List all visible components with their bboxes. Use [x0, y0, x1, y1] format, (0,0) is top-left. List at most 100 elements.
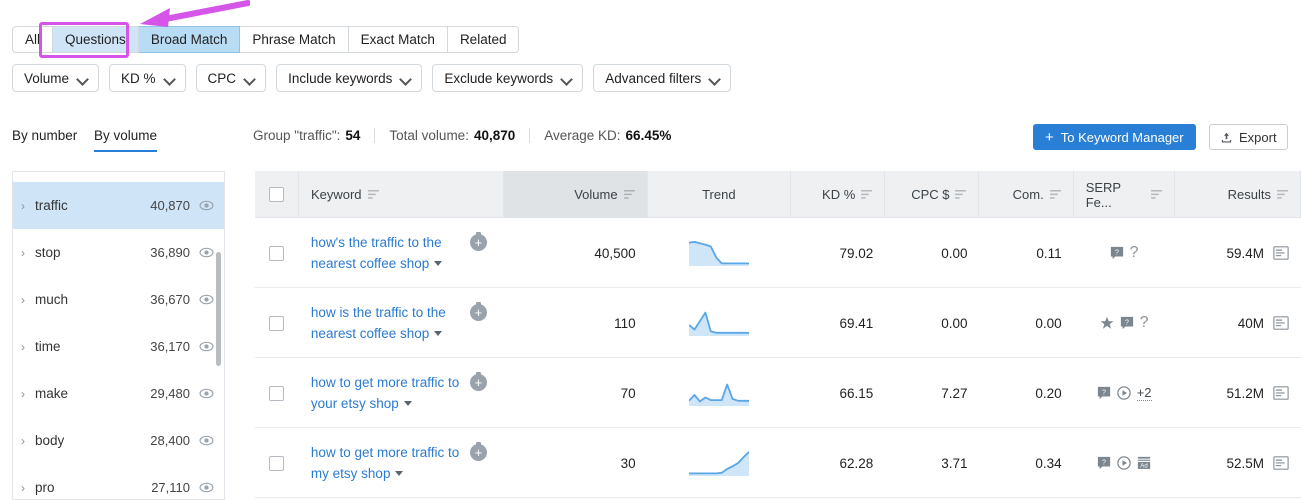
sidebar-item-body[interactable]: › body 28,400: [13, 417, 224, 464]
keyword-dropdown-caret[interactable]: [403, 401, 412, 406]
ad-icon[interactable]: Ad: [1137, 456, 1151, 470]
row-select-cell[interactable]: [255, 218, 299, 288]
video-icon[interactable]: [1117, 456, 1131, 470]
keyword-link[interactable]: how to get more traffic to my etsy shop: [311, 442, 463, 484]
row-select-cell[interactable]: [255, 358, 299, 428]
row-select-cell[interactable]: [255, 428, 299, 498]
table-row[interactable]: how is the traffic to the nearest coffee…: [255, 288, 1301, 358]
toggle-by-number[interactable]: By number: [12, 128, 77, 143]
add-keyword-icon[interactable]: +: [469, 444, 487, 461]
keyword-link[interactable]: how's the traffic to the nearest coffee …: [311, 232, 463, 274]
chevron-right-icon[interactable]: ›: [21, 387, 35, 401]
add-keyword-icon[interactable]: +: [469, 374, 487, 391]
kd-cell: 79.02: [791, 218, 885, 288]
tab-phrase-match[interactable]: Phrase Match: [240, 26, 349, 53]
sort-icon[interactable]: [1150, 190, 1162, 199]
eye-icon[interactable]: [199, 341, 214, 352]
chevron-right-icon[interactable]: ›: [21, 481, 35, 495]
filter-volume[interactable]: Volume: [12, 64, 100, 92]
row-checkbox[interactable]: [269, 315, 285, 331]
sort-icon[interactable]: [367, 190, 379, 199]
sidebar-scrollbar-thumb[interactable]: [216, 252, 221, 366]
faq-icon[interactable]: ?: [1120, 316, 1134, 330]
eye-icon[interactable]: [199, 482, 214, 493]
tab-broad-match[interactable]: Broad Match: [138, 26, 241, 53]
keyword-dropdown-caret[interactable]: [434, 331, 443, 336]
filter-advanced-filters[interactable]: Advanced filters: [593, 64, 732, 92]
select-all-checkbox[interactable]: [268, 187, 284, 202]
row-select-cell[interactable]: [255, 288, 299, 358]
filter-cpc[interactable]: CPC: [195, 64, 267, 92]
sort-icon[interactable]: [861, 190, 873, 199]
keyword-link[interactable]: how is the traffic to the nearest coffee…: [311, 302, 463, 344]
toggle-by-volume[interactable]: By volume: [94, 128, 158, 152]
chevron-right-icon[interactable]: ›: [21, 246, 35, 260]
tab-exact-match[interactable]: Exact Match: [348, 26, 448, 53]
keyword-dropdown-caret[interactable]: [395, 471, 404, 476]
sort-icon[interactable]: [1277, 190, 1288, 199]
video-icon[interactable]: [1116, 386, 1131, 400]
eye-icon[interactable]: [199, 435, 214, 446]
sidebar-item-make[interactable]: › make 29,480: [13, 370, 224, 417]
tab-questions[interactable]: Questions: [53, 26, 139, 53]
match-type-tabs[interactable]: All Questions Broad Match Phrase Match Exact…: [12, 26, 520, 53]
column-header-results[interactable]: Results: [1175, 171, 1301, 218]
chevron-right-icon[interactable]: ›: [21, 293, 35, 307]
table-row[interactable]: how's the traffic to the nearest coffee …: [255, 218, 1301, 288]
question-icon[interactable]: ?: [1130, 245, 1139, 261]
export-button[interactable]: Export: [1209, 124, 1288, 150]
sort-icon[interactable]: [955, 190, 967, 199]
chevron-right-icon[interactable]: ›: [21, 340, 35, 354]
row-checkbox[interactable]: [269, 245, 285, 261]
sidebar-item-much[interactable]: › much 36,670: [13, 276, 224, 323]
add-keyword-icon[interactable]: +: [469, 234, 487, 251]
column-header-cpc[interactable]: CPC $: [885, 171, 980, 218]
select-all-header[interactable]: [255, 171, 299, 218]
serp-preview-icon[interactable]: [1273, 455, 1289, 471]
column-header-keyword[interactable]: Keyword: [299, 171, 505, 218]
tab-related[interactable]: Related: [447, 26, 520, 53]
row-checkbox[interactable]: [269, 455, 285, 471]
column-header-kd[interactable]: KD %: [791, 171, 886, 218]
table-row[interactable]: how to get more traffic to your etsy sho…: [255, 358, 1301, 428]
column-header-volume[interactable]: Volume: [504, 171, 648, 218]
eye-icon[interactable]: [199, 294, 214, 305]
filter-kd[interactable]: KD %: [109, 64, 186, 92]
serp-preview-icon[interactable]: [1273, 245, 1289, 261]
serp-overflow-count[interactable]: +2: [1136, 385, 1152, 401]
sidebar-item-time[interactable]: › time 36,170: [13, 323, 224, 370]
table-row[interactable]: how to get more traffic to my etsy shop +…: [255, 428, 1301, 498]
question-icon[interactable]: ?: [1140, 315, 1149, 331]
faq-icon[interactable]: ?: [1110, 246, 1124, 260]
tab-all[interactable]: All: [12, 26, 54, 53]
keyword-cell: how to get more traffic to my etsy shop +: [299, 428, 504, 498]
eye-icon[interactable]: [199, 247, 214, 258]
filter-include-keywords[interactable]: Include keywords: [276, 64, 423, 92]
faq-icon[interactable]: ?: [1097, 456, 1111, 470]
chevron-right-icon[interactable]: ›: [21, 434, 35, 448]
column-header-serp-fe[interactable]: SERP Fe...: [1074, 171, 1175, 218]
sort-icon[interactable]: [1049, 190, 1061, 199]
keyword-dropdown-caret[interactable]: [434, 261, 443, 266]
add-keyword-icon[interactable]: +: [469, 304, 487, 321]
star-icon[interactable]: [1100, 316, 1114, 330]
column-header-trend[interactable]: Trend: [648, 171, 792, 218]
keyword-link[interactable]: how to get more traffic to your etsy sho…: [311, 372, 463, 414]
column-header-com[interactable]: Com.: [979, 171, 1074, 218]
row-checkbox[interactable]: [269, 385, 285, 401]
to-keyword-manager-button[interactable]: + To Keyword Manager: [1033, 124, 1196, 150]
faq-icon[interactable]: ?: [1097, 386, 1111, 400]
sidebar-item-pro[interactable]: › pro 27,110: [13, 464, 224, 499]
sidebar-item-stop[interactable]: › stop 36,890: [13, 229, 224, 276]
eye-icon[interactable]: [199, 388, 214, 399]
filter-exclude-keywords[interactable]: Exclude keywords: [432, 64, 584, 92]
keyword-group-sidebar[interactable]: › traffic 40,870 › stop 36,890 › much 36,670 › tim…: [12, 171, 225, 500]
serp-preview-icon[interactable]: [1273, 315, 1289, 331]
serp-preview-icon[interactable]: [1273, 385, 1289, 401]
filter-bar[interactable]: Volume KD % CPC Include keywords Exclude key…: [12, 64, 732, 92]
sort-icon[interactable]: [623, 190, 635, 199]
sidebar-item-traffic[interactable]: › traffic 40,870: [13, 182, 224, 229]
sidebar-list[interactable]: › traffic 40,870 › stop 36,890 › much 36,670 › tim…: [13, 182, 224, 499]
chevron-right-icon[interactable]: ›: [21, 199, 35, 213]
eye-icon[interactable]: [199, 200, 214, 211]
